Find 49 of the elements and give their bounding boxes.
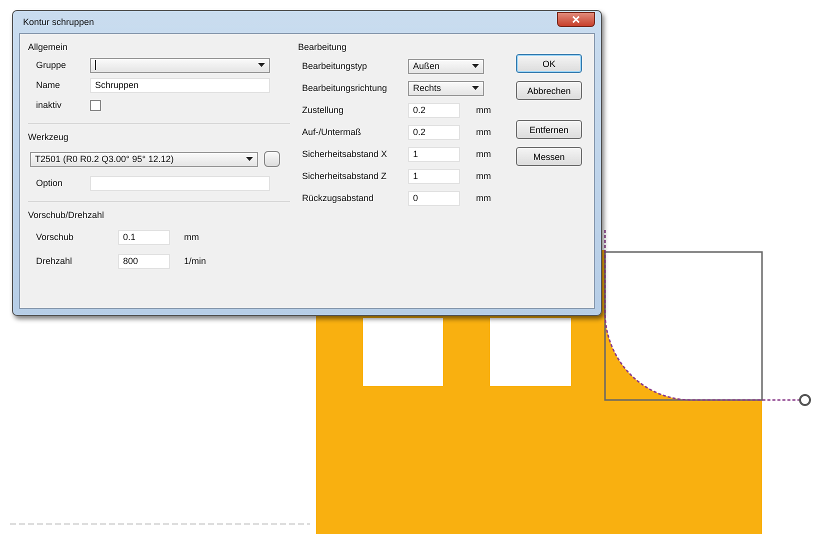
dialog-button[interactable]: Abbrechen — [516, 81, 582, 100]
value-field[interactable]: 1 — [408, 168, 460, 184]
option-dropdown[interactable]: Rechts — [408, 80, 484, 96]
section-heading: Vorschub/Drehzahl — [28, 210, 106, 220]
dialog-button[interactable]: Entfernen — [516, 120, 582, 139]
unit-label: mm — [475, 105, 491, 115]
field-label: Sicherheitsabstand X — [302, 149, 388, 159]
window-title: Kontur schruppen — [22, 17, 94, 27]
value-field[interactable]: 0.2 — [408, 102, 460, 118]
section-heading: Allgemein — [28, 42, 69, 52]
dialog-button[interactable]: OK — [516, 54, 582, 73]
dropdown-arrow-icon — [258, 63, 265, 67]
option-field[interactable] — [90, 176, 270, 190]
unit-label: mm — [475, 193, 491, 203]
unit-label: mm — [475, 171, 491, 181]
tool-dropdown[interactable]: T2501 (R0 R0.2 Q3.00° 95° 12.12) — [30, 152, 258, 166]
value-field[interactable]: 800 — [118, 254, 170, 268]
section-heading: Werkzeug — [28, 132, 70, 142]
field-label: Name — [36, 80, 62, 90]
field-label: Bearbeitungstyp — [302, 61, 368, 71]
name-field[interactable]: Schruppen — [90, 78, 270, 92]
dropdown-arrow-icon — [246, 157, 253, 161]
section-heading: Bearbeitung — [298, 42, 348, 52]
dropdown-arrow-icon — [472, 86, 479, 90]
value-field[interactable]: 0.1 — [118, 230, 170, 244]
field-label: Gruppe — [36, 60, 68, 70]
unit-label: mm — [183, 232, 199, 242]
group-dropdown[interactable] — [90, 58, 270, 72]
dropdown-arrow-icon — [472, 64, 479, 68]
field-label: Drehzahl — [36, 256, 74, 266]
close-icon — [572, 16, 580, 22]
browse-button[interactable] — [264, 151, 280, 167]
dialog-button[interactable]: Messen — [516, 147, 582, 166]
unit-label: mm — [475, 127, 491, 137]
field-label: inaktiv — [36, 100, 63, 110]
field-label: Vorschub — [36, 232, 75, 242]
field-label: Rückzugsabstand — [302, 193, 375, 203]
value-field[interactable]: 0.2 — [408, 124, 460, 140]
unit-label: 1/min — [183, 256, 206, 266]
value-field[interactable]: 0 — [408, 190, 460, 206]
option-dropdown[interactable]: Außen — [408, 58, 484, 74]
field-label: Option — [36, 178, 64, 188]
close-button[interactable] — [557, 12, 595, 26]
value-field[interactable]: 1 — [408, 146, 460, 162]
field-label: Bearbeitungsrichtung — [302, 83, 388, 93]
field-label: Sicherheitsabstand Z — [302, 171, 388, 181]
field-label: Zustellung — [302, 105, 345, 115]
field-label: Auf-/Untermaß — [302, 127, 362, 137]
unit-label: mm — [475, 149, 491, 159]
